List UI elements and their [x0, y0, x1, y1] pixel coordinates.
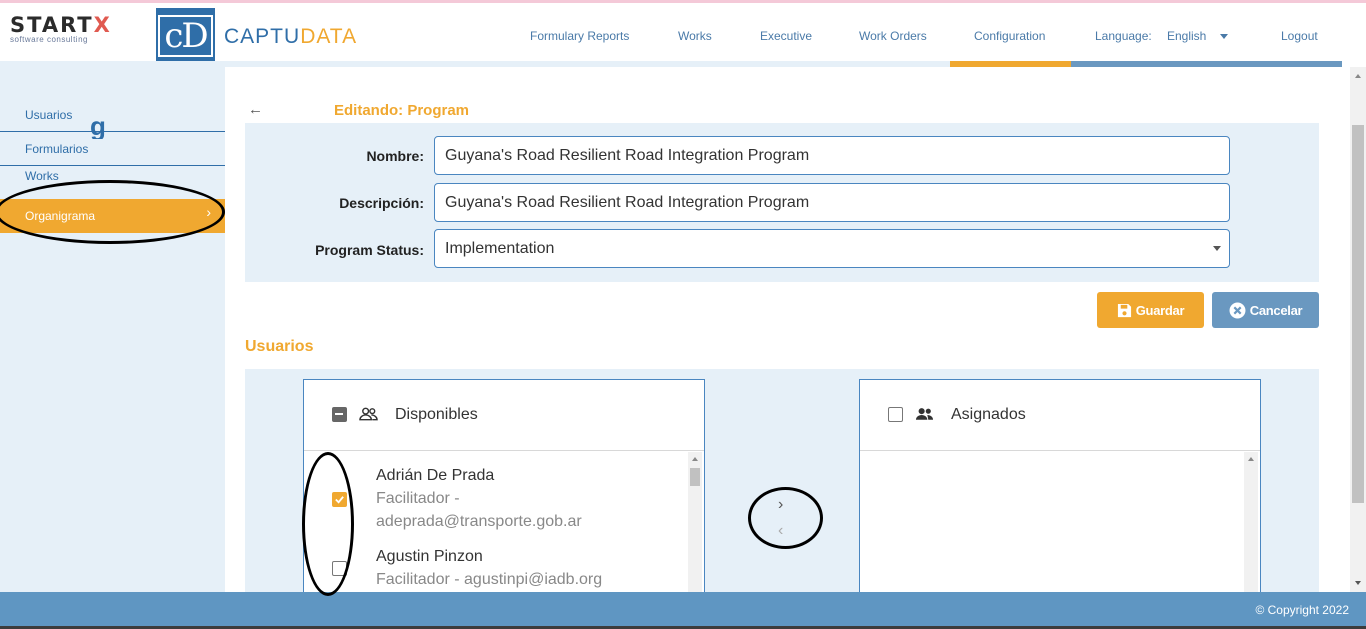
chevron-down-icon: [1213, 246, 1221, 251]
user-checkbox-agustin[interactable]: [332, 561, 347, 576]
back-arrow-icon[interactable]: ←: [248, 101, 263, 118]
scroll-up-arrow-icon[interactable]: [692, 457, 698, 461]
check-icon: [335, 496, 344, 504]
move-right-button[interactable]: ›: [778, 496, 783, 514]
user-checkbox-adrian[interactable]: [332, 492, 347, 507]
sidebar-item-label: Formularios: [25, 141, 89, 156]
startx-logo: STARTX software consulting: [10, 13, 150, 53]
nav-formulary-reports[interactable]: Formulary Reports: [530, 29, 629, 43]
users-section-title: Usuarios: [245, 338, 314, 355]
nav-work-orders[interactable]: Work Orders: [859, 29, 927, 43]
available-list-scroll-thumb[interactable]: [690, 468, 700, 486]
status-value: Implementation: [445, 239, 555, 257]
brand-name-part1: CAPTU: [224, 25, 301, 48]
scroll-down-arrow-icon[interactable]: [1355, 581, 1361, 585]
nav-configuration[interactable]: Configuration: [974, 29, 1045, 43]
startx-logo-text: START: [10, 13, 94, 37]
chevron-right-icon: ›: [206, 204, 211, 220]
sidebar-item-organigrama[interactable]: Organigrama ›: [0, 199, 225, 233]
status-label: Program Status:: [315, 242, 424, 258]
move-left-button[interactable]: ‹: [778, 522, 783, 540]
user-role-email-line1: Facilitador -: [376, 490, 460, 507]
user-name: Agustin Pinzon: [376, 548, 483, 565]
language-select[interactable]: English: [1167, 29, 1229, 43]
user-role-email: Facilitador - agustinpi@iadb.org: [376, 571, 603, 588]
language-label: Language:: [1095, 29, 1152, 43]
available-list-header: Disponibles: [304, 380, 704, 451]
save-button[interactable]: Guardar: [1097, 292, 1204, 328]
save-button-label: Guardar: [1135, 302, 1185, 318]
save-icon: [1117, 303, 1131, 317]
available-users-list: Disponibles Adrián De Prada Facilitador …: [303, 379, 705, 593]
sidebar-item-usuarios[interactable]: Usuarios: [0, 98, 225, 132]
group-outline-icon: [359, 407, 378, 421]
name-input[interactable]: Guyana's Road Resilient Road Integration…: [434, 136, 1230, 175]
copyright-text: © Copyright 2022: [1255, 603, 1349, 617]
select-all-assigned-checkbox[interactable]: [888, 407, 903, 422]
nav-works[interactable]: Works: [678, 29, 712, 43]
status-select[interactable]: Implementation: [434, 229, 1230, 268]
brand-name: CAPTUDATA: [224, 25, 357, 49]
scroll-up-arrow-icon[interactable]: [1355, 74, 1361, 78]
chevron-down-icon: [1220, 33, 1229, 39]
footer: © Copyright 2022: [0, 592, 1366, 626]
assigned-list-title: Asignados: [951, 406, 1026, 423]
page-scroll-thumb[interactable]: [1352, 125, 1364, 503]
page-title: Editando: Program: [334, 102, 470, 119]
description-label: Descripción:: [339, 195, 424, 211]
cancel-button[interactable]: Cancelar: [1212, 292, 1319, 328]
name-label: Nombre:: [366, 148, 424, 164]
logout-link[interactable]: Logout: [1281, 29, 1318, 43]
scroll-up-arrow-icon[interactable]: [1248, 457, 1254, 461]
available-list-title: Disponibles: [395, 406, 478, 423]
user-role-email-line2: adeprada@transporte.gob.ar: [376, 513, 582, 530]
startx-logo-x: X: [93, 13, 112, 37]
cancel-button-label: Cancelar: [1249, 302, 1303, 318]
select-all-available-checkbox[interactable]: [332, 407, 347, 422]
description-input[interactable]: Guyana's Road Resilient Road Integration…: [434, 183, 1230, 222]
assigned-list-header: Asignados: [860, 380, 1260, 451]
nav-executive[interactable]: Executive: [760, 29, 812, 43]
sidebar: g Usuarios Formularios Works Organigrama…: [0, 67, 225, 592]
sidebar-item-works[interactable]: Works: [0, 166, 225, 199]
startx-tagline: software consulting: [10, 35, 88, 44]
close-circle-icon: [1229, 302, 1246, 318]
user-name: Adrián De Prada: [376, 467, 495, 484]
brand-name-part2: DATA: [300, 25, 358, 48]
captudata-logo-mark: cD: [156, 8, 215, 64]
sidebar-item-label: Organigrama: [25, 209, 96, 223]
sidebar-item-label: Works: [25, 168, 59, 183]
assigned-users-list: Asignados: [859, 379, 1261, 593]
sidebar-item-formularios[interactable]: Formularios: [0, 132, 225, 166]
cd-logo-text: cD: [158, 15, 213, 57]
language-value: English: [1167, 29, 1207, 43]
sidebar-item-label: Usuarios: [25, 107, 73, 122]
app-header: STARTX software consulting cD CAPTUDATA …: [0, 3, 1366, 64]
assigned-list-scrollbar[interactable]: [1244, 452, 1258, 593]
group-icon: [915, 408, 934, 420]
